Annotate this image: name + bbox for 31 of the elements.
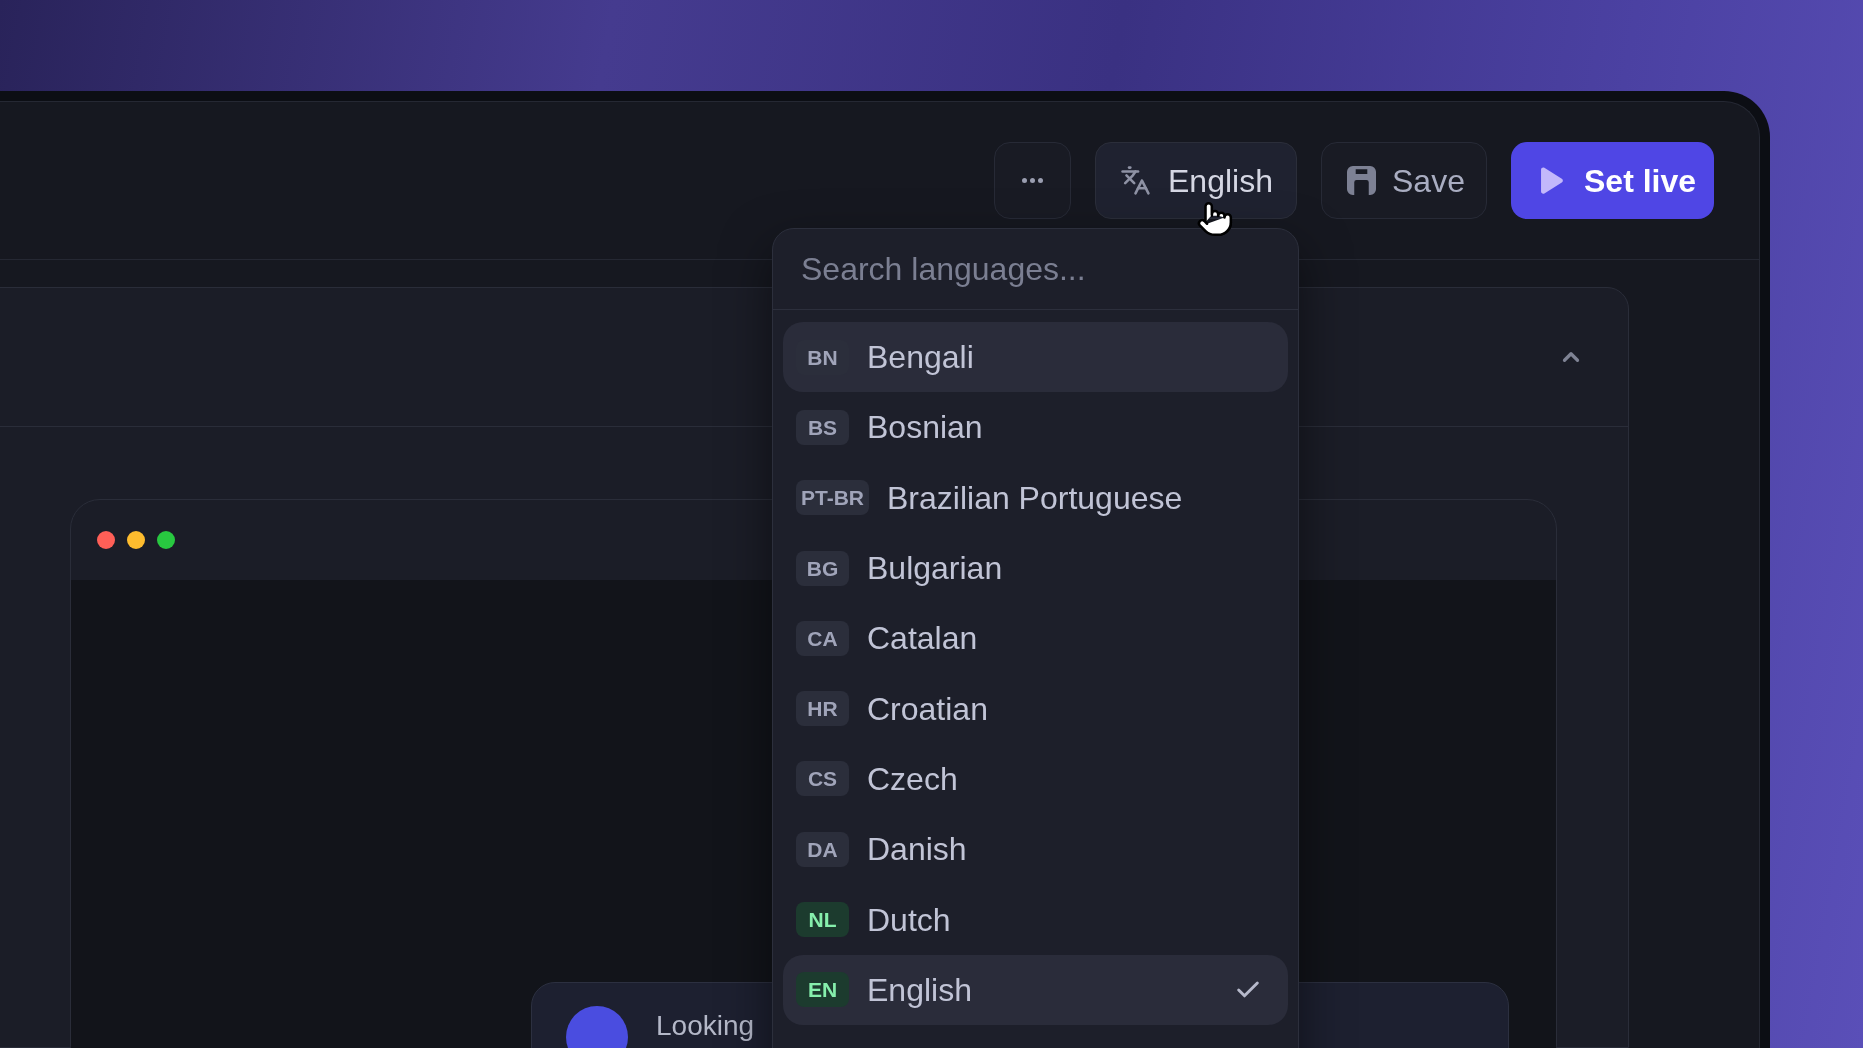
save-button[interactable]: Save	[1321, 142, 1487, 219]
language-code-badge: BG	[796, 550, 849, 586]
language-option[interactable]: BN Bengali	[783, 322, 1288, 393]
language-option[interactable]: DA Danish	[783, 814, 1288, 885]
window-control-icon	[157, 531, 175, 549]
language-option[interactable]: BG Bulgarian	[783, 532, 1288, 604]
language-option[interactable]: CS Czech	[783, 743, 1288, 815]
ellipsis-icon	[1022, 178, 1043, 183]
language-code-badge: EN	[796, 972, 849, 1008]
language-code-badge: CA	[796, 620, 849, 656]
language-option[interactable]: EN English	[783, 954, 1288, 1025]
language-option[interactable]: NL Dutch	[783, 884, 1288, 955]
language-option[interactable]: PT-BR Brazilian Portuguese	[783, 462, 1288, 533]
language-code-badge: BS	[796, 409, 849, 445]
language-option[interactable]: CA Catalan	[783, 603, 1288, 674]
language-code-badge: DA	[796, 831, 849, 867]
language-code-badge: PT-BR	[796, 480, 869, 516]
language-option[interactable]: BS Bosnian	[783, 392, 1288, 463]
language-code-badge: NL	[796, 902, 849, 937]
language-code-badge: CS	[796, 761, 849, 797]
hand-cursor-icon	[1196, 200, 1234, 238]
language-code-badge: HR	[796, 691, 849, 727]
translate-icon	[1120, 165, 1151, 196]
play-icon	[1540, 166, 1564, 195]
search-field[interactable]: Search languages...	[773, 229, 1298, 310]
language-button[interactable]: English	[1095, 142, 1297, 219]
window-control-icon	[97, 531, 115, 549]
set-live-button[interactable]: Set live	[1511, 142, 1714, 219]
window-control-icon	[127, 531, 145, 549]
language-option[interactable]: HR Croatian	[783, 673, 1288, 744]
message-text: Looking	[656, 1010, 755, 1043]
